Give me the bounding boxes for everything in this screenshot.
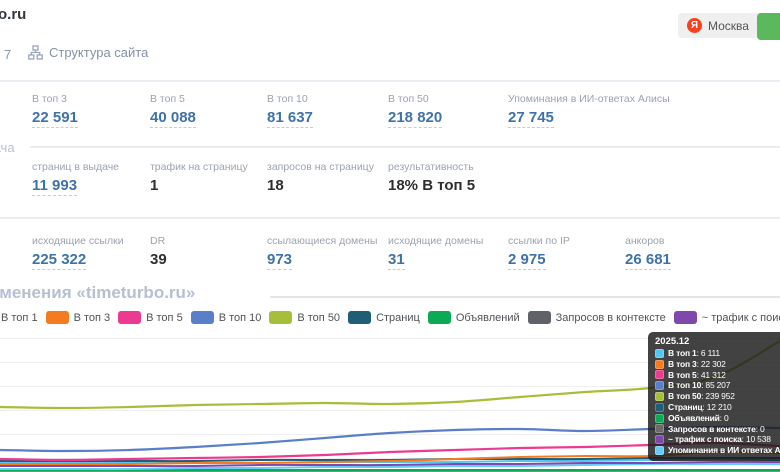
stat-label: запросов на страницу <box>267 161 383 173</box>
stat-outgoing-domains: исходящие домены 31 <box>388 235 504 268</box>
stat-alice-mentions: Упоминания в ИИ-ответах Алисы 27 745 <box>508 93 708 126</box>
stat-label: анкоров <box>625 235 741 247</box>
tooltip-row: В топ 5: 41 312 <box>655 370 780 381</box>
stat-label: В топ 10 <box>267 93 383 105</box>
nav-left-fragment[interactable]: 7 <box>4 47 11 62</box>
stat-value-link[interactable]: 2 975 <box>508 251 624 268</box>
section-title-serp: Выдача <box>0 140 15 155</box>
stat-value-link[interactable]: 40 088 <box>150 109 266 126</box>
stat-value-link[interactable]: 218 820 <box>388 109 504 126</box>
stat-value-link[interactable]: 973 <box>267 251 383 268</box>
stat-value: 18 <box>267 177 383 194</box>
stat-value: 1 <box>150 177 266 194</box>
legend-swatch <box>118 311 141 324</box>
tooltip-swatch <box>655 349 664 358</box>
tooltip-swatch <box>655 403 664 412</box>
stat-top3: В топ 3 22 591 <box>32 93 148 126</box>
legend-item-top50[interactable]: В топ 50 <box>269 311 340 324</box>
stat-label: трафик на страницу <box>150 161 266 173</box>
tooltip-row: В топ 50: 239 952 <box>655 391 780 402</box>
legend-item-top10[interactable]: В топ 10 <box>191 311 262 324</box>
legend-swatch <box>674 311 697 324</box>
tooltip-row: В топ 1: 6 111 <box>655 348 780 359</box>
legend-item-pages[interactable]: Страниц <box>348 311 420 324</box>
stat-label: DR <box>150 235 266 247</box>
stat-label: страниц в выдаче <box>32 161 148 173</box>
stat-top50: В топ 50 218 820 <box>388 93 504 126</box>
stat-outgoing-links: исходящие ссылки 225 322 <box>32 235 148 268</box>
stat-label: исходящие ссылки <box>32 235 148 247</box>
tooltip-date: 2025.12 <box>655 336 780 348</box>
legend-swatch <box>428 311 451 324</box>
region-label: Москва <box>708 19 749 33</box>
tooltip-row: Запросов в контексте: 0 <box>655 424 780 435</box>
stat-value-link[interactable]: 26 681 <box>625 251 741 268</box>
legend-swatch <box>528 311 551 324</box>
primary-action-button[interactable] <box>757 13 780 40</box>
divider <box>0 80 780 82</box>
nav-site-structure-label: Структура сайта <box>49 45 148 60</box>
stat-label: исходящие домены <box>388 235 504 247</box>
legend-item-ads[interactable]: Объявлений <box>428 311 520 324</box>
stat-dr: DR 39 <box>150 235 266 268</box>
tooltip-row: ~ трафик с поиска: 10 538 <box>655 434 780 445</box>
tooltip-row: Страниц: 12 210 <box>655 402 780 413</box>
legend-swatch <box>46 311 69 324</box>
tooltip-row: В топ 3: 22 302 <box>655 359 780 370</box>
stat-effectiveness: результативность 18% В топ 5 <box>388 161 548 194</box>
nav-site-structure[interactable]: Структура сайта <box>28 45 148 60</box>
tooltip-swatch <box>655 435 664 444</box>
tooltip-swatch <box>655 381 664 390</box>
stat-label: В топ 50 <box>388 93 504 105</box>
tooltip-swatch <box>655 446 664 455</box>
stat-top5: В топ 5 40 088 <box>150 93 266 126</box>
stat-value-link[interactable]: 22 591 <box>32 109 148 126</box>
legend-item-top3[interactable]: В топ 3 <box>46 311 111 324</box>
yandex-icon: Я <box>687 18 702 33</box>
tooltip-swatch <box>655 424 664 433</box>
stat-top10: В топ 10 81 637 <box>267 93 383 126</box>
stat-queries-per-page: запросов на страницу 18 <box>267 161 383 194</box>
stat-value-link[interactable]: 31 <box>388 251 504 268</box>
section-title-changes: Изменения «timeturbo.ru» <box>0 283 195 303</box>
tooltip-row: Объявлений: 0 <box>655 413 780 424</box>
stat-value-link[interactable]: 81 637 <box>267 109 383 126</box>
stat-links-by-ip: ссылки по IP 2 975 <box>508 235 624 268</box>
stat-value-link[interactable]: 27 745 <box>508 109 708 126</box>
tooltip-row: Упоминания в ИИ ответах Алисы: 25 1 <box>655 445 780 456</box>
legend-item-top5[interactable]: В топ 5 <box>118 311 183 324</box>
stat-value-link[interactable]: 11 993 <box>32 177 148 194</box>
stat-anchors: анкоров 26 681 <box>625 235 741 268</box>
legend-item-top1[interactable]: В топ 1 <box>0 311 38 324</box>
divider <box>0 217 780 219</box>
stat-value-link[interactable]: 225 322 <box>32 251 148 268</box>
stat-pages-in-serp: страниц в выдаче 11 993 <box>32 161 148 194</box>
stat-label: ссылки по IP <box>508 235 624 247</box>
stat-label: В топ 3 <box>32 93 148 105</box>
stat-label: результативность <box>388 161 548 173</box>
stat-label: В топ 5 <box>150 93 266 105</box>
legend-swatch <box>269 311 292 324</box>
section-line <box>30 146 780 148</box>
legend-item-search-traffic[interactable]: ~ трафик с поиска <box>674 311 780 324</box>
tooltip-swatch <box>655 370 664 379</box>
legend-swatch <box>348 311 371 324</box>
site-name: timeturbo.ru <box>0 6 26 23</box>
stat-label: ссылающиеся домены <box>267 235 383 247</box>
section-line <box>270 296 780 298</box>
stat-traffic-per-page: трафик на страницу 1 <box>150 161 266 194</box>
legend-swatch <box>191 311 214 324</box>
legend-item-context-queries[interactable]: Запросов в контексте <box>528 311 666 324</box>
tooltip-swatch <box>655 392 664 401</box>
chart-tooltip: 2025.12 В топ 1: 6 111 В топ 3: 22 302 В… <box>648 332 780 461</box>
chart-legend: В топ 1 В топ 3 В топ 5 В топ 10 В топ 5… <box>0 311 780 324</box>
tooltip-swatch <box>655 414 664 423</box>
tooltip-row: В топ 10: 85 207 <box>655 380 780 391</box>
tooltip-swatch <box>655 360 664 369</box>
stat-value: 39 <box>150 251 266 268</box>
sitemap-icon <box>28 45 43 60</box>
stat-value: 18% В топ 5 <box>388 177 548 194</box>
stat-label: Упоминания в ИИ-ответах Алисы <box>508 93 708 105</box>
stat-referring-domains: ссылающиеся домены 973 <box>267 235 383 268</box>
